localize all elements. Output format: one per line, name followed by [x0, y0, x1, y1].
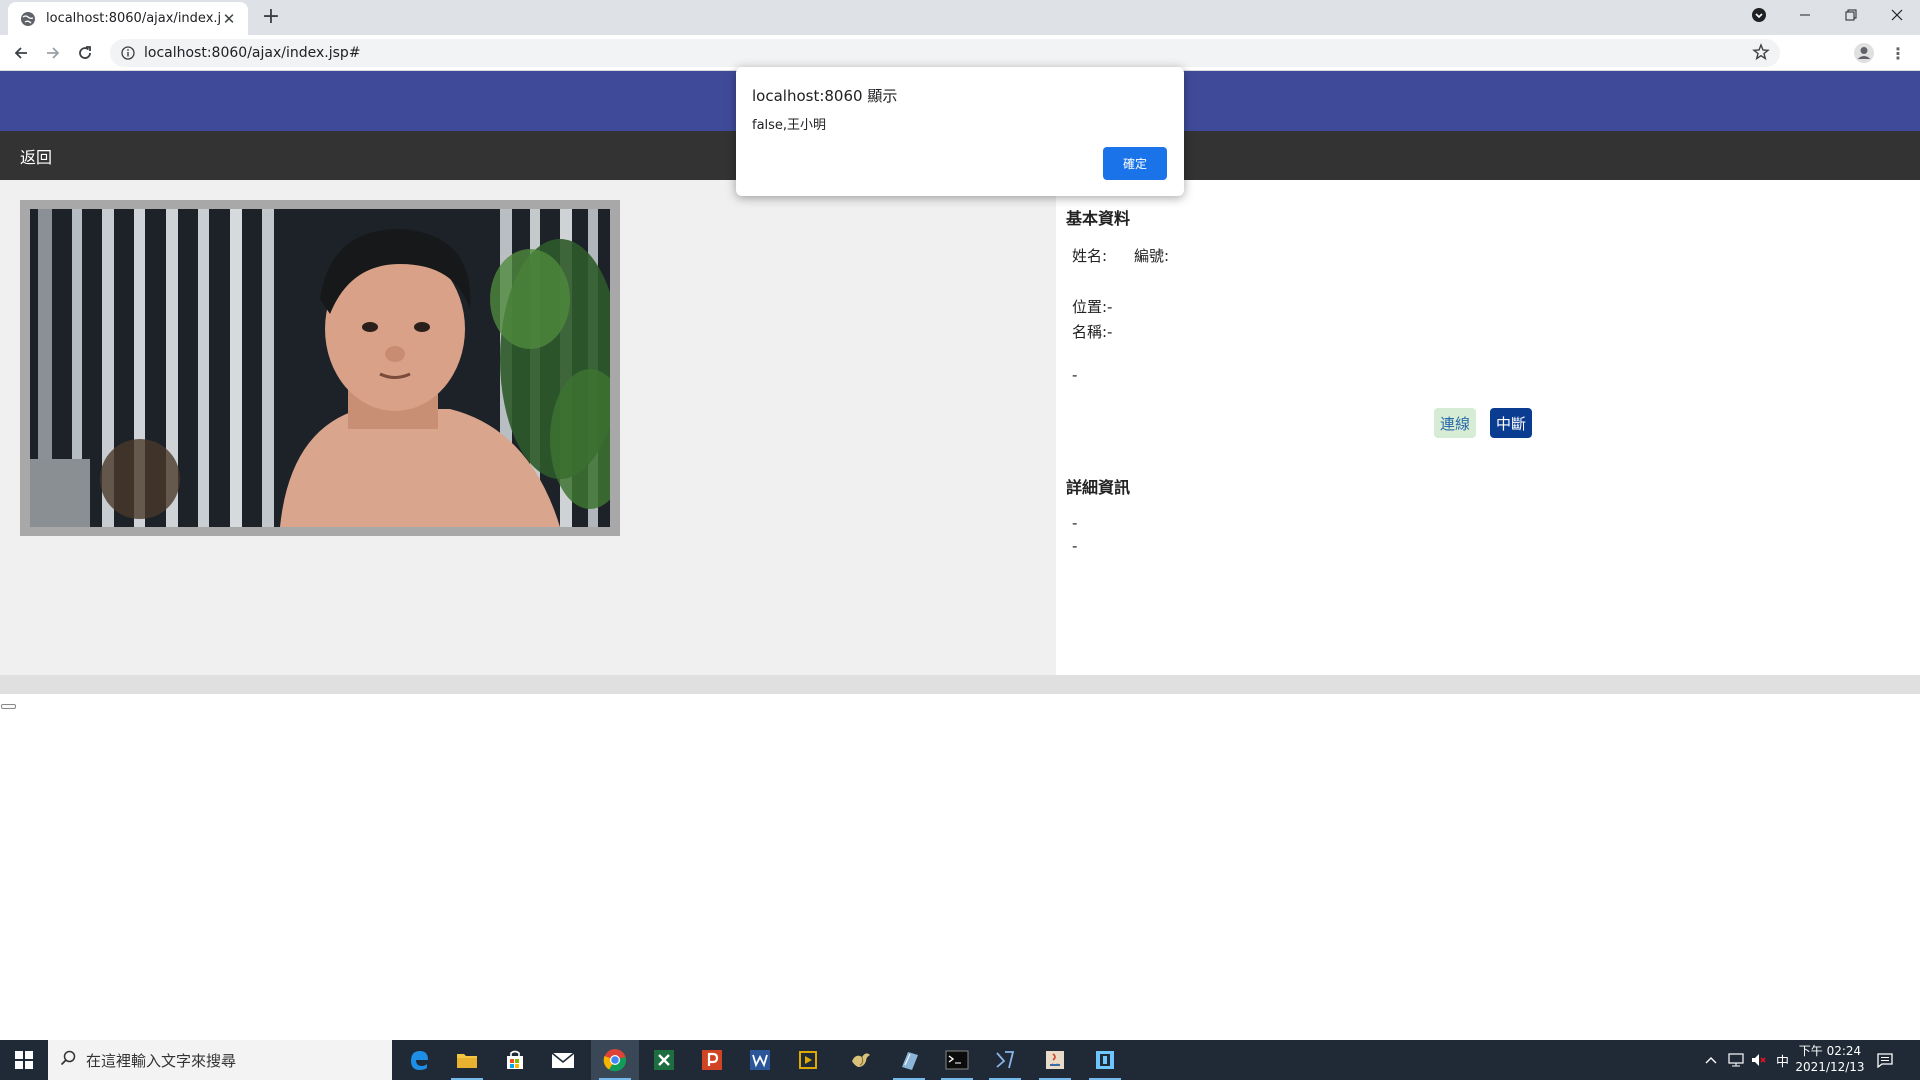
photo-frame — [20, 200, 620, 536]
clock-date: 2021/12/13 — [1795, 1060, 1865, 1074]
info-panel: 基本資料 姓名: 編號: 位置:- 名稱:- - 連線 中斷 詳細資訊 - - — [1056, 180, 1920, 675]
tab-search-icon[interactable] — [1736, 0, 1782, 30]
notification-center-icon[interactable] — [1876, 1040, 1894, 1080]
powerpoint-icon[interactable] — [688, 1040, 736, 1080]
notepad-icon[interactable] — [885, 1040, 933, 1080]
terminal-icon[interactable] — [933, 1040, 981, 1080]
address-bar[interactable]: localhost:8060/ajax/index.jsp# — [110, 39, 1780, 67]
bookmark-star-icon[interactable] — [1752, 43, 1770, 65]
connect-button[interactable]: 連線 — [1434, 408, 1476, 438]
name-label: 姓名: — [1072, 247, 1108, 265]
excel-icon[interactable] — [640, 1040, 688, 1080]
web-page: 返回 基本資料 姓名: 編號: 位置:- 名稱:- - 連線 中斷 詳細資訊 -… — [0, 71, 1920, 1040]
search-icon — [60, 1050, 76, 1070]
basic-info-heading: 基本資料 — [1066, 209, 1131, 228]
reload-icon[interactable] — [72, 40, 98, 66]
ime-indicator[interactable]: 中 — [1776, 1040, 1789, 1080]
store-icon[interactable] — [491, 1040, 539, 1080]
restore-icon[interactable] — [1828, 0, 1874, 30]
word-icon[interactable] — [736, 1040, 784, 1080]
profile-avatar-icon[interactable] — [1853, 42, 1875, 64]
volume-muted-icon[interactable] — [1750, 1040, 1768, 1080]
clock-time: 下午 02:24 — [1798, 1044, 1862, 1058]
search-placeholder: 在這裡輸入文字來搜尋 — [86, 1051, 237, 1070]
windows-taskbar: 在這裡輸入文字來搜尋 中 下午 02:24 2021/12/13 — [0, 1040, 1920, 1080]
bird-app-icon[interactable] — [837, 1040, 885, 1080]
tab-title: localhost:8060/ajax/index.jsp# — [46, 11, 220, 26]
url-text: localhost:8060/ajax/index.jsp# — [144, 45, 361, 61]
media-player-icon[interactable] — [784, 1040, 832, 1080]
network-icon[interactable] — [1727, 1040, 1745, 1080]
close-tab-icon[interactable]: ✕ — [220, 10, 238, 28]
windows-start-icon[interactable] — [0, 1040, 48, 1080]
close-window-icon[interactable] — [1874, 0, 1920, 30]
status-value: - — [1072, 366, 1078, 384]
alert-dialog: localhost:8060 顯示 false,王小明 確定 — [736, 67, 1184, 196]
tray-overflow-icon[interactable] — [1704, 1040, 1718, 1080]
disconnect-button[interactable]: 中斷 — [1490, 408, 1532, 438]
java-icon[interactable] — [1031, 1040, 1079, 1080]
app-window-icon[interactable] — [1081, 1040, 1129, 1080]
browser-toolbar: localhost:8060/ajax/index.jsp# ⋮ — [0, 35, 1920, 71]
edge-icon[interactable] — [395, 1040, 443, 1080]
globe-icon — [20, 11, 36, 27]
title-label: 名稱:- — [1072, 323, 1113, 341]
new-tab-icon[interactable]: + — [258, 5, 284, 31]
section-divider — [0, 675, 1920, 694]
kebab-menu-icon[interactable]: ⋮ — [1888, 43, 1908, 63]
forward-arrow-icon[interactable] — [40, 40, 66, 66]
dialog-title: localhost:8060 顯示 — [752, 87, 898, 105]
minimize-icon[interactable] — [1782, 0, 1828, 30]
dialog-message: false,王小明 — [752, 118, 827, 133]
id-label: 編號: — [1134, 247, 1170, 265]
info-icon[interactable] — [118, 43, 138, 63]
collapsed-widget[interactable] — [1, 704, 16, 709]
detail-info-heading: 詳細資訊 — [1066, 478, 1131, 497]
mail-icon[interactable] — [539, 1040, 587, 1080]
browser-tab[interactable]: localhost:8060/ajax/index.jsp# ✕ — [8, 2, 248, 35]
photo-panel — [0, 180, 1056, 675]
taskbar-clock[interactable]: 下午 02:24 2021/12/13 — [1790, 1043, 1870, 1075]
back-arrow-icon[interactable] — [8, 40, 34, 66]
taskbar-search-box[interactable]: 在這裡輸入文字來搜尋 — [48, 1040, 392, 1080]
detail-line-2: - — [1072, 537, 1078, 555]
code-editor-icon[interactable] — [981, 1040, 1029, 1080]
dialog-ok-button[interactable]: 確定 — [1103, 147, 1167, 180]
back-link[interactable]: 返回 — [20, 144, 52, 168]
chrome-icon[interactable] — [591, 1040, 639, 1080]
file-explorer-icon[interactable] — [443, 1040, 491, 1080]
position-label: 位置:- — [1072, 298, 1113, 316]
browser-tab-bar: localhost:8060/ajax/index.jsp# ✕ + — [0, 0, 1920, 35]
person-photo — [30, 209, 610, 527]
detail-line-1: - — [1072, 514, 1078, 532]
